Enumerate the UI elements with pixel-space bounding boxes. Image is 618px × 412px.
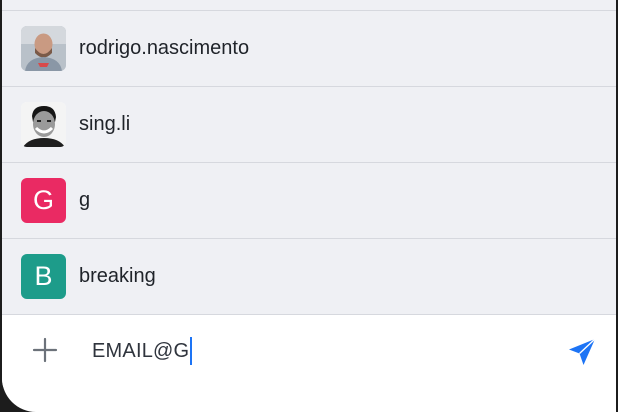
- suggestion-label: breaking: [79, 265, 156, 287]
- send-button[interactable]: [566, 336, 598, 368]
- popup-top-edge: [2, 0, 616, 11]
- suggestion-item-g[interactable]: G g: [2, 163, 616, 239]
- avatar: G: [21, 178, 66, 223]
- message-composer: EMAIL@G: [2, 315, 616, 387]
- suggestion-label: g: [79, 189, 91, 211]
- message-input-value: EMAIL@G: [92, 340, 190, 362]
- suggestion-label: rodrigo.nascimento: [79, 37, 250, 59]
- mention-suggestions-list: rodrigo.nascimento sing.li G g B breakin…: [2, 11, 616, 315]
- suggestion-item-sing-li[interactable]: sing.li: [2, 87, 616, 163]
- avatar: B: [21, 254, 66, 299]
- chat-panel: rodrigo.nascimento sing.li G g B breakin…: [2, 0, 616, 412]
- message-input[interactable]: EMAIL@G: [92, 337, 193, 365]
- suggestion-item-breaking[interactable]: B breaking: [2, 239, 616, 315]
- photo-smiling-man-icon: [21, 102, 66, 147]
- text-caret: [190, 337, 193, 365]
- photo-bald-man-icon: [21, 26, 66, 71]
- screen: rodrigo.nascimento sing.li G g B breakin…: [0, 0, 618, 412]
- avatar-letter: B: [34, 261, 53, 291]
- avatar: [21, 102, 66, 147]
- suggestion-label: sing.li: [79, 113, 131, 135]
- send-icon: [569, 338, 596, 365]
- plus-icon: [32, 337, 58, 363]
- add-attachment-button[interactable]: [30, 335, 60, 365]
- suggestion-item-rodrigo[interactable]: rodrigo.nascimento: [2, 11, 616, 87]
- avatar: [21, 26, 66, 71]
- avatar-letter: G: [32, 185, 54, 215]
